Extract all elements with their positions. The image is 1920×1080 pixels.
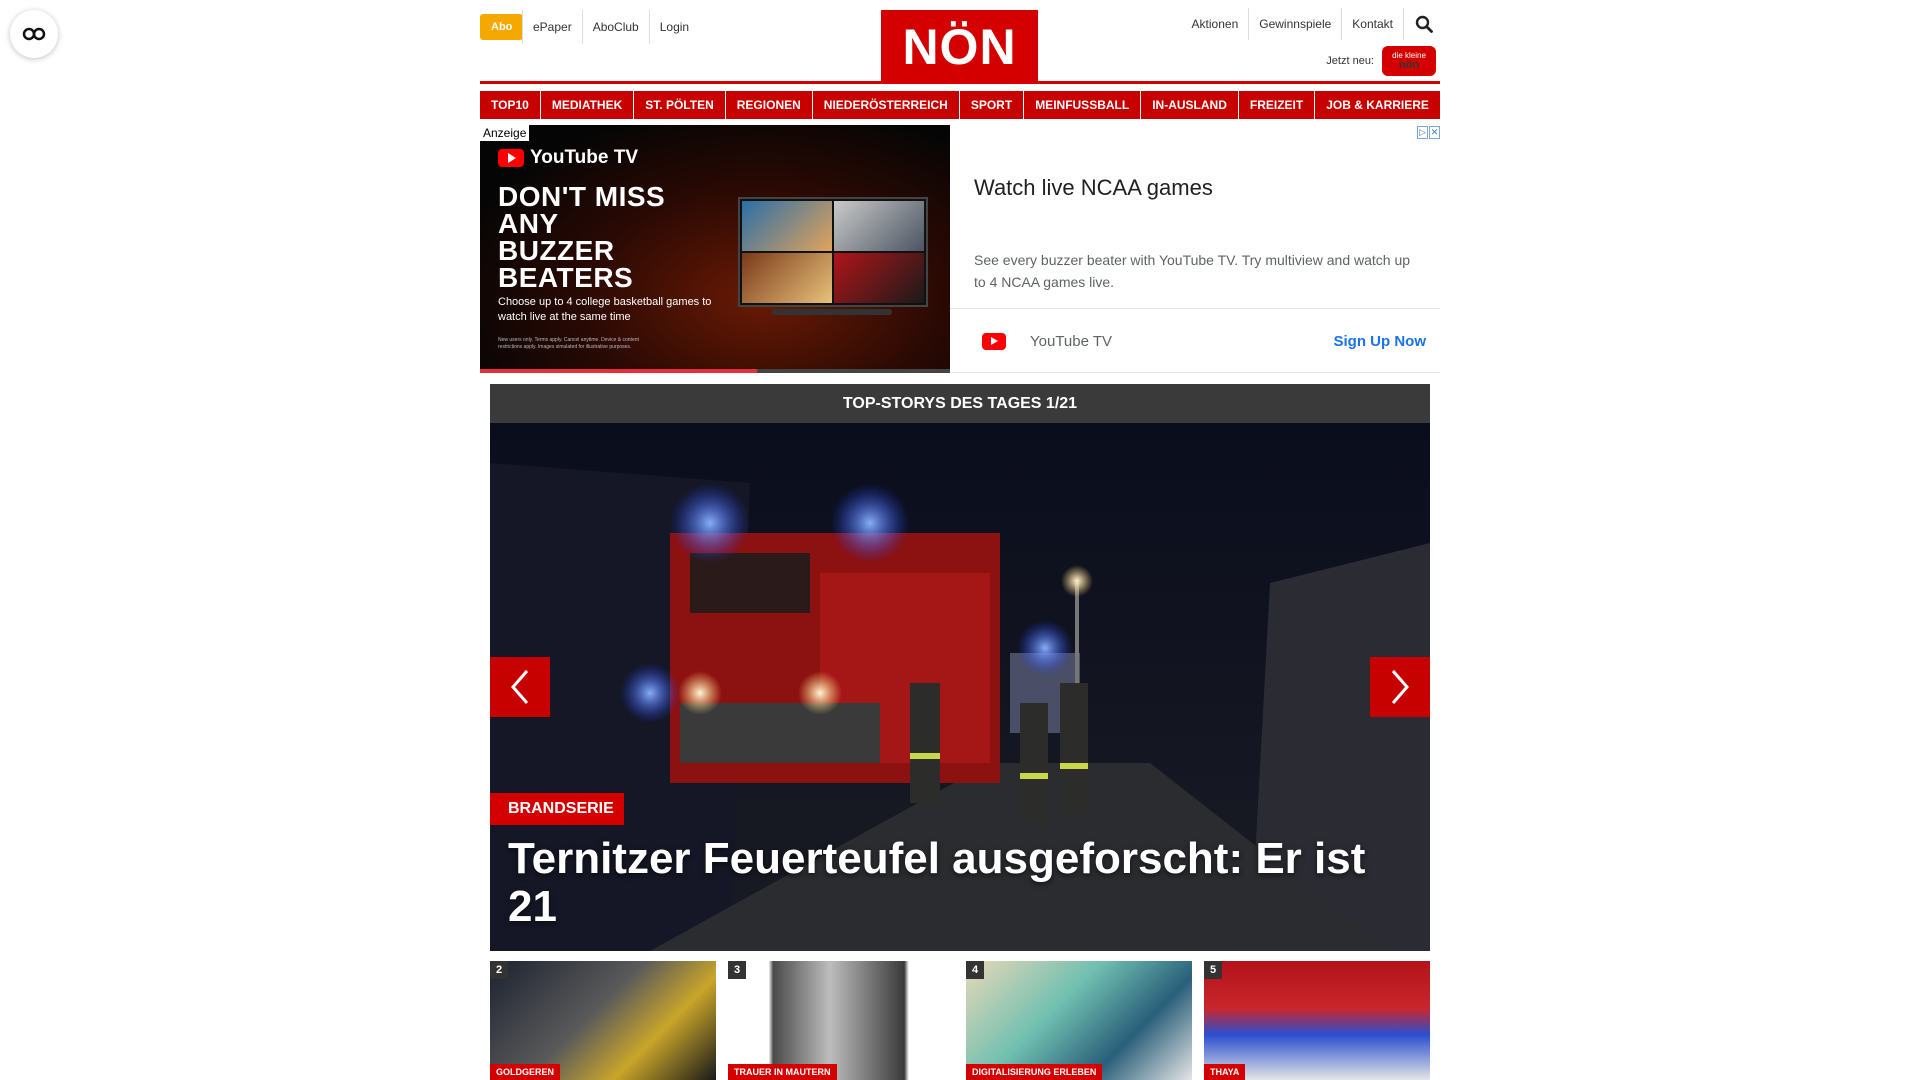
nav-meinfussball[interactable]: MEINFUSSBALL (1024, 91, 1141, 119)
teaser-tag: GOLDGEREN (490, 1064, 561, 1080)
main-nav: TOP10 MEDIATHEK ST. PÖLTEN REGIONEN NIED… (480, 91, 1440, 119)
ad-choices[interactable]: ▷ ✕ (1417, 126, 1440, 139)
hero-title[interactable]: Ternitzer Feuerteufel ausgeforscht: Er i… (508, 835, 1418, 931)
teaser-card[interactable]: 5 THAYA (1204, 961, 1430, 1080)
hero-story[interactable]: BRANDSERIE Ternitzer Feuerteufel ausgefo… (490, 423, 1430, 951)
teaser-number: 3 (728, 961, 746, 979)
nav-mediathek[interactable]: MEDIATHEK (540, 91, 634, 119)
glasses-icon (22, 27, 46, 41)
advertisement[interactable]: Anzeige YouTube TV DON'T MISS ANY BUZZER… (480, 125, 1440, 373)
reader-mode-button[interactable] (10, 10, 58, 58)
sign-up-now-button[interactable]: Sign Up Now (1334, 333, 1427, 350)
ad-progress-bar (480, 369, 950, 373)
ad-copy: Choose up to 4 college basketball games … (498, 296, 712, 323)
chevron-right-icon (1391, 670, 1409, 704)
nav-regionen[interactable]: REGIONEN (725, 91, 812, 119)
ad-advertiser: YouTube TV (1030, 332, 1113, 350)
top-stories-header: TOP-STORYS DES TAGES 1/21 (490, 384, 1430, 423)
top-links: ePaper AboClub Login (522, 10, 699, 44)
jetzt-neu: Jetzt neu: die kleine nön (1326, 46, 1436, 76)
teaser-card[interactable]: 2 GOLDGEREN (490, 961, 716, 1080)
teaser-number: 4 (966, 961, 984, 979)
ad-close-icon[interactable]: ✕ (1429, 126, 1440, 139)
epaper-link[interactable]: ePaper (522, 10, 582, 44)
aktionen-link[interactable]: Aktionen (1182, 8, 1250, 40)
nav-freizeit[interactable]: FREIZEIT (1238, 91, 1315, 119)
ad-image[interactable]: Anzeige YouTube TV DON'T MISS ANY BUZZER… (480, 125, 950, 373)
youtube-tv-text: YouTube TV (530, 147, 639, 168)
right-links: Aktionen Gewinnspiele Kontakt (1182, 8, 1440, 40)
tv-multiview-image (738, 197, 928, 307)
gewinnspiele-link[interactable]: Gewinnspiele (1249, 8, 1343, 40)
ad-footer: YouTube TV Sign Up Now (950, 308, 1440, 373)
youtube-play-icon (498, 149, 524, 167)
teaser-tag: TRAUER IN MAUTERN (728, 1064, 837, 1080)
site-header: Abo ePaper AboClub Login NÖN Aktionen Ge… (480, 0, 1440, 84)
ad-progress-fill (480, 369, 758, 373)
nav-job-karriere[interactable]: JOB & KARRIERE (1315, 91, 1440, 119)
adchoices-icon[interactable]: ▷ (1417, 126, 1428, 139)
nav-top10[interactable]: TOP10 (480, 91, 540, 119)
ad-title[interactable]: Watch live NCAA games (974, 175, 1213, 201)
ad-headline: DON'T MISS ANY BUZZER BEATERS (498, 181, 666, 293)
previous-story-button[interactable] (490, 657, 550, 717)
search-icon[interactable] (1408, 8, 1440, 40)
tv-stand (772, 309, 892, 315)
ad-fine-print: New users only. Terms apply. Cancel anyt… (498, 337, 639, 350)
nav-in-ausland[interactable]: IN-AUSLAND (1141, 91, 1238, 119)
noen-logo[interactable]: NÖN (881, 10, 1038, 84)
teaser-card[interactable]: 3 TRAUER IN MAUTERN (728, 961, 954, 1080)
category-tag[interactable]: BRANDSERIE (490, 793, 624, 825)
kontakt-link[interactable]: Kontakt (1342, 8, 1404, 40)
teaser-tag: DIGITALISIERUNG ERLEBEN (966, 1064, 1103, 1080)
youtube-logo-icon (982, 332, 1006, 350)
anzeige-label: Anzeige (480, 125, 530, 141)
story-teasers: 2 GOLDGEREN 3 TRAUER IN MAUTERN 4 DIGITA… (490, 961, 1430, 1080)
mini-logo-main: nön (1398, 58, 1420, 71)
ad-text-panel[interactable]: ▷ ✕ Watch live NCAA games See every buzz… (950, 125, 1440, 373)
aboclub-link[interactable]: AboClub (581, 10, 649, 44)
ad-description: See every buzzer beater with YouTube TV.… (974, 252, 1411, 290)
login-link[interactable]: Login (648, 10, 699, 44)
teaser-number: 5 (1204, 961, 1222, 979)
nav-sport[interactable]: SPORT (959, 91, 1024, 119)
teaser-number: 2 (490, 961, 508, 979)
nav-niederoesterreich[interactable]: NIEDERÖSTERREICH (812, 91, 959, 119)
jetzt-neu-label: Jetzt neu: (1326, 55, 1374, 67)
nav-st-poelten[interactable]: ST. PÖLTEN (634, 91, 725, 119)
page: Abo ePaper AboClub Login NÖN Aktionen Ge… (480, 0, 1440, 1080)
abo-button[interactable]: Abo (480, 14, 524, 40)
kleine-noen-logo[interactable]: die kleine nön (1382, 46, 1436, 76)
chevron-left-icon (511, 670, 529, 704)
teaser-tag: THAYA (1204, 1064, 1246, 1080)
teaser-card[interactable]: 4 DIGITALISIERUNG ERLEBEN (966, 961, 1192, 1080)
youtube-tv-brand: YouTube TV (498, 147, 638, 169)
next-story-button[interactable] (1370, 657, 1430, 717)
